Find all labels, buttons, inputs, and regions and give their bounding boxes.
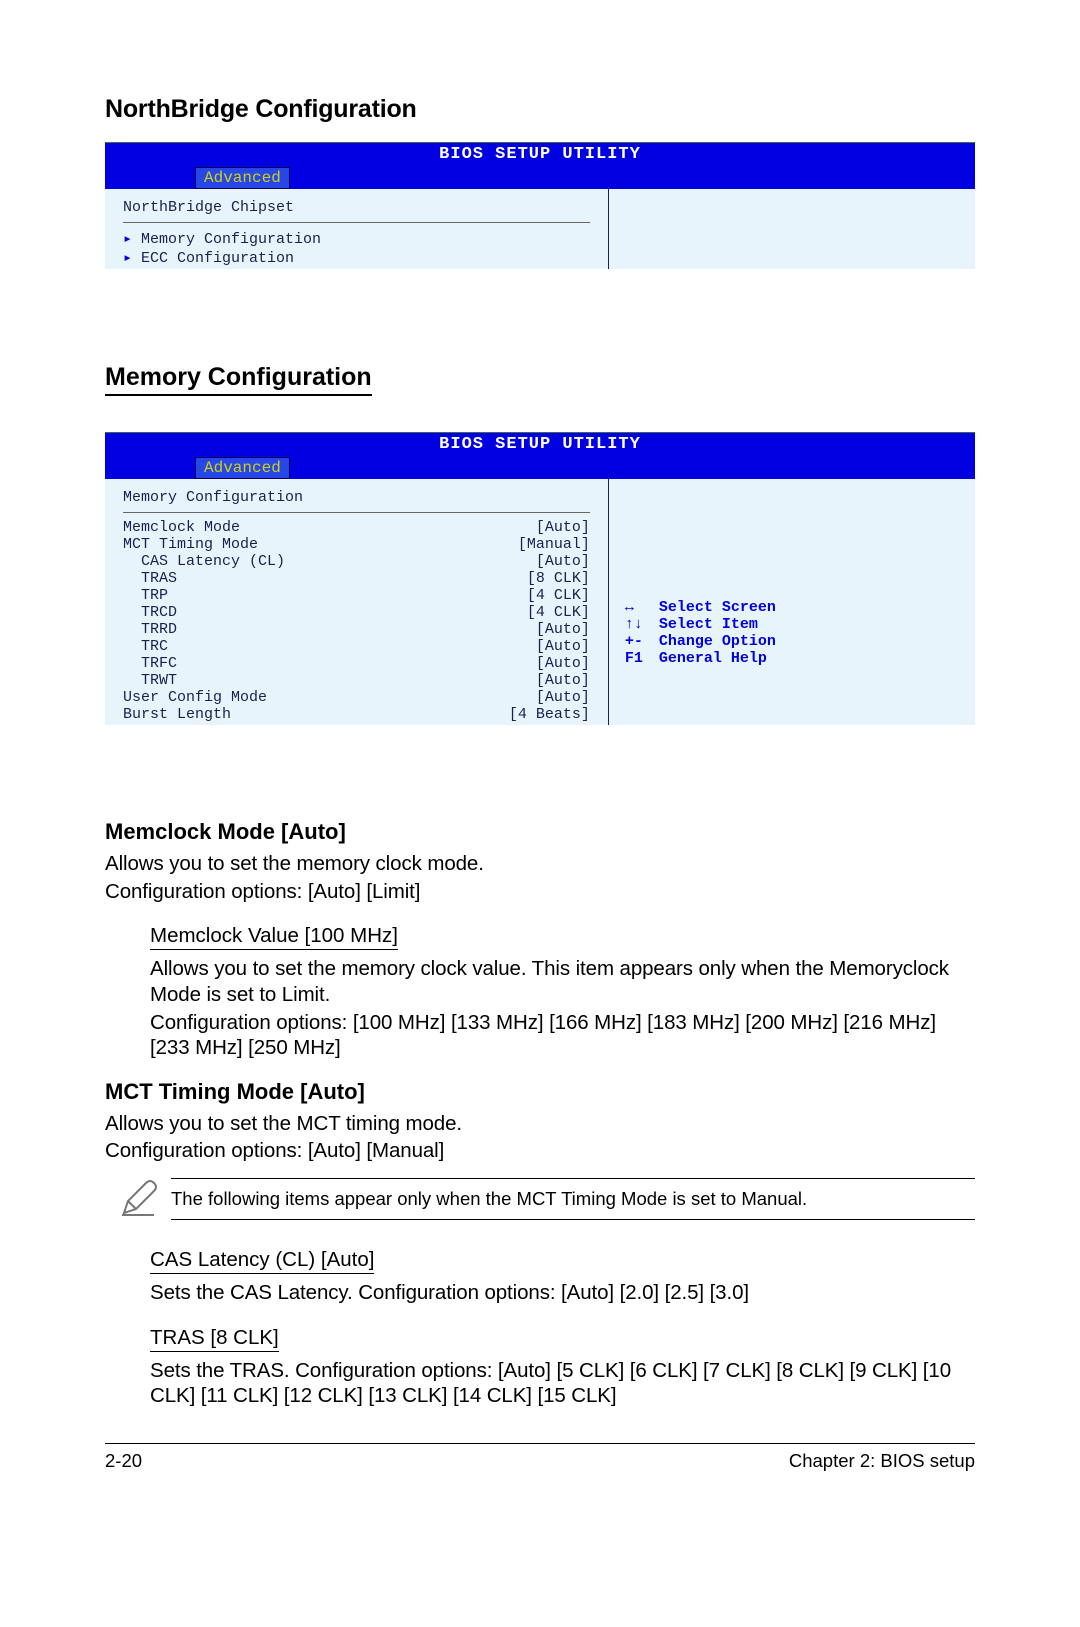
bios-setting-value: [Auto]: [536, 655, 590, 672]
bios-screenshot-memory-configuration: BIOS SETUP UTILITY Advanced Memory Confi…: [105, 432, 975, 797]
bios-setting-value: [Auto]: [536, 621, 590, 638]
bios-setting-label: MCT Timing Mode: [123, 536, 518, 553]
bios-setting-label: Memclock Mode: [123, 519, 536, 536]
bios-menu-item[interactable]: Memory Configuration: [141, 231, 321, 248]
bios-setting-value: [Auto]: [536, 519, 590, 536]
bios-setting-row[interactable]: TRAS[8 CLK]: [123, 570, 590, 587]
bios-setting-row[interactable]: Burst Length[4 Beats]: [123, 706, 590, 723]
bios-setting-label: TRCD: [141, 604, 527, 621]
bios-setting-value: [4 CLK]: [527, 604, 590, 621]
heading-cas-latency: CAS Latency (CL) [Auto]: [150, 1248, 374, 1274]
bios-title: BIOS SETUP UTILITY: [105, 433, 975, 454]
bios-screenshot-northbridge: BIOS SETUP UTILITY Advanced NorthBridge …: [105, 142, 975, 341]
bios-setting-value: [8 CLK]: [527, 570, 590, 587]
bios-setting-row[interactable]: User Config Mode[Auto]: [123, 689, 590, 706]
bios-setting-label: CAS Latency (CL): [141, 553, 536, 570]
bios-help-row: ↔Select Screen: [625, 599, 963, 616]
bios-tab-advanced: Advanced: [195, 457, 290, 479]
bios-setting-row[interactable]: TRWT[Auto]: [123, 672, 590, 689]
bios-setting-row[interactable]: TRP[4 CLK]: [123, 587, 590, 604]
bios-setting-label: TRC: [141, 638, 536, 655]
heading-memory-configuration: Memory Configuration: [105, 363, 372, 396]
bios-setting-value: [Auto]: [536, 553, 590, 570]
bios-setting-value: [Auto]: [536, 689, 590, 706]
heading-tras: TRAS [8 CLK]: [150, 1326, 279, 1352]
bios-setting-row[interactable]: TRCD[4 CLK]: [123, 604, 590, 621]
bios-setting-label: TRRD: [141, 621, 536, 638]
bios-tab-advanced: Advanced: [195, 167, 290, 189]
body-text: Sets the TRAS. Configuration options: [A…: [150, 1358, 975, 1409]
bios-help-row: F1General Help: [625, 650, 963, 667]
bios-setting-label: Burst Length: [123, 706, 509, 723]
bios-help-row: ↑↓Select Item: [625, 616, 963, 633]
bios-help-text: Change Option: [659, 633, 776, 650]
bios-setting-value: [Manual]: [518, 536, 590, 553]
bios-setting-label: User Config Mode: [123, 689, 536, 706]
bios-setting-value: [4 Beats]: [509, 706, 590, 723]
heading-memclock-mode: Memclock Mode [Auto]: [105, 819, 975, 845]
bios-setting-value: [4 CLK]: [527, 587, 590, 604]
heading-northbridge: NorthBridge Configuration: [105, 95, 975, 124]
body-text: Allows you to set the MCT timing mode.: [105, 1111, 975, 1137]
heading-memclock-value: Memclock Value [100 MHz]: [150, 924, 398, 950]
bios-help-text: General Help: [659, 650, 767, 667]
bios-setting-row[interactable]: CAS Latency (CL)[Auto]: [123, 553, 590, 570]
bios-help-text: Select Screen: [659, 599, 776, 616]
bios-setting-value: [Auto]: [536, 672, 590, 689]
bios-title: BIOS SETUP UTILITY: [105, 143, 975, 164]
bios-setting-row[interactable]: TRFC[Auto]: [123, 655, 590, 672]
bios-setting-row[interactable]: Memclock Mode[Auto]: [123, 519, 590, 536]
bios-setting-row[interactable]: TRC[Auto]: [123, 638, 590, 655]
note-text: The following items appear only when the…: [171, 1178, 975, 1220]
bios-section-header: NorthBridge Chipset: [123, 199, 590, 216]
submenu-arrow-icon: ▸: [123, 248, 141, 267]
bios-section-header: Memory Configuration: [123, 489, 590, 506]
bios-setting-row[interactable]: TRRD[Auto]: [123, 621, 590, 638]
bios-help-text: Select Item: [659, 616, 758, 633]
bios-setting-value: [Auto]: [536, 638, 590, 655]
bios-help-key: ↔: [625, 599, 659, 616]
bios-help-key: ↑↓: [625, 616, 659, 633]
bios-setting-label: TRWT: [141, 672, 536, 689]
bios-menu-item[interactable]: ECC Configuration: [141, 250, 294, 267]
body-text: Configuration options: [Auto] [Limit]: [105, 879, 975, 905]
body-text: Allows you to set the memory clock value…: [150, 956, 975, 1007]
bios-help-key: +-: [625, 633, 659, 650]
bios-setting-label: TRP: [141, 587, 527, 604]
body-text: Configuration options: [100 MHz] [133 MH…: [150, 1010, 975, 1061]
bios-help-row: +-Change Option: [625, 633, 963, 650]
bios-setting-label: TRFC: [141, 655, 536, 672]
note-pencil-icon: [105, 1179, 171, 1219]
body-text: Configuration options: [Auto] [Manual]: [105, 1138, 975, 1164]
bios-help-key: F1: [625, 650, 659, 667]
body-text: Sets the CAS Latency. Configuration opti…: [150, 1280, 975, 1306]
bios-setting-row[interactable]: MCT Timing Mode[Manual]: [123, 536, 590, 553]
submenu-arrow-icon: ▸: [123, 229, 141, 248]
page-footer: 2-20 Chapter 2: BIOS setup: [105, 1443, 975, 1472]
bios-setting-label: TRAS: [141, 570, 527, 587]
heading-mct-timing: MCT Timing Mode [Auto]: [105, 1079, 975, 1105]
note-box: The following items appear only when the…: [105, 1178, 975, 1220]
body-text: Allows you to set the memory clock mode.: [105, 851, 975, 877]
chapter-title: Chapter 2: BIOS setup: [789, 1450, 975, 1472]
page-number: 2-20: [105, 1450, 142, 1472]
